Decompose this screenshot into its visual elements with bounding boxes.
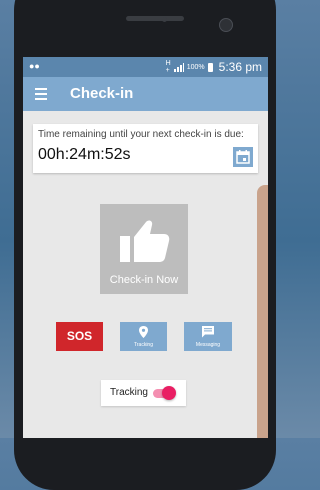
page-title: Check-in	[70, 85, 134, 102]
battery-percent: 100%	[186, 63, 205, 71]
messaging-button[interactable]: Messaging	[184, 322, 232, 351]
network-type: H +	[165, 60, 171, 74]
phone-speaker	[126, 16, 184, 21]
tracking-toggle-card: Tracking	[101, 380, 186, 406]
calendar-button[interactable]	[233, 147, 253, 167]
countdown-card: Time remaining until your next check-in …	[33, 124, 258, 173]
messaging-button-label: Messaging	[195, 342, 221, 348]
check-in-label: Check-in Now	[109, 274, 179, 286]
phone-sensor	[162, 17, 167, 22]
message-icon	[202, 326, 214, 338]
thumbs-up-icon	[120, 220, 170, 262]
countdown-label: Time remaining until your next check-in …	[38, 129, 244, 140]
calendar-icon	[236, 150, 250, 164]
clock: 5:36 pm	[218, 60, 262, 74]
hamburger-menu-icon[interactable]	[35, 88, 47, 100]
tracking-toggle-label: Tracking	[110, 387, 148, 398]
status-bar: ●● H + 100% 5:36 pm	[23, 57, 268, 77]
person-edge	[257, 185, 268, 438]
tracking-button[interactable]: Tracking	[120, 322, 167, 351]
signal-icon	[173, 62, 184, 72]
battery-icon	[207, 62, 213, 72]
app-bar: Check-in	[23, 77, 268, 111]
status-indicators: H + 100% 5:36 pm	[166, 60, 262, 74]
countdown-timer: 00h:24m:52s	[38, 146, 131, 163]
dots-icon: ●●	[29, 61, 40, 71]
app-screen: ●● H + 100% 5:36 pm Check-in Time remaini…	[23, 57, 268, 438]
location-pin-icon	[139, 326, 148, 338]
tracking-button-label: Tracking	[134, 342, 153, 348]
tracking-toggle-knob[interactable]	[162, 386, 176, 400]
check-in-now-button[interactable]: Check-in Now	[100, 204, 188, 294]
front-camera	[219, 18, 233, 32]
sos-button[interactable]: SOS	[56, 322, 103, 351]
